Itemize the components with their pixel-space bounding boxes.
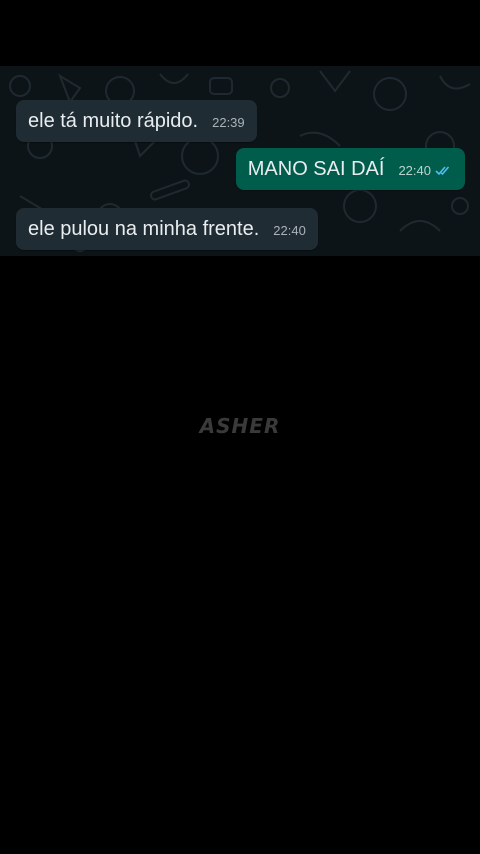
message-text: ele tá muito rápido. <box>28 110 199 132</box>
message-text: ele pulou na minha frente. <box>28 218 260 240</box>
message-bubble-incoming[interactable]: ele pulou na minha frente. 22:40 <box>16 208 318 250</box>
read-double-check-icon <box>435 166 450 176</box>
message-time: 22:39 <box>212 115 245 130</box>
message-text: MANO SAI DAÍ <box>247 158 385 180</box>
message-bubble-incoming[interactable]: ele tá muito rápido. 22:39 <box>16 100 257 142</box>
message-bubble-outgoing[interactable]: MANO SAI DAÍ 22:40 <box>235 148 465 190</box>
message-time: 22:40 <box>398 162 453 181</box>
message-time: 22:40 <box>273 223 306 238</box>
watermark: ASHER <box>199 414 281 438</box>
